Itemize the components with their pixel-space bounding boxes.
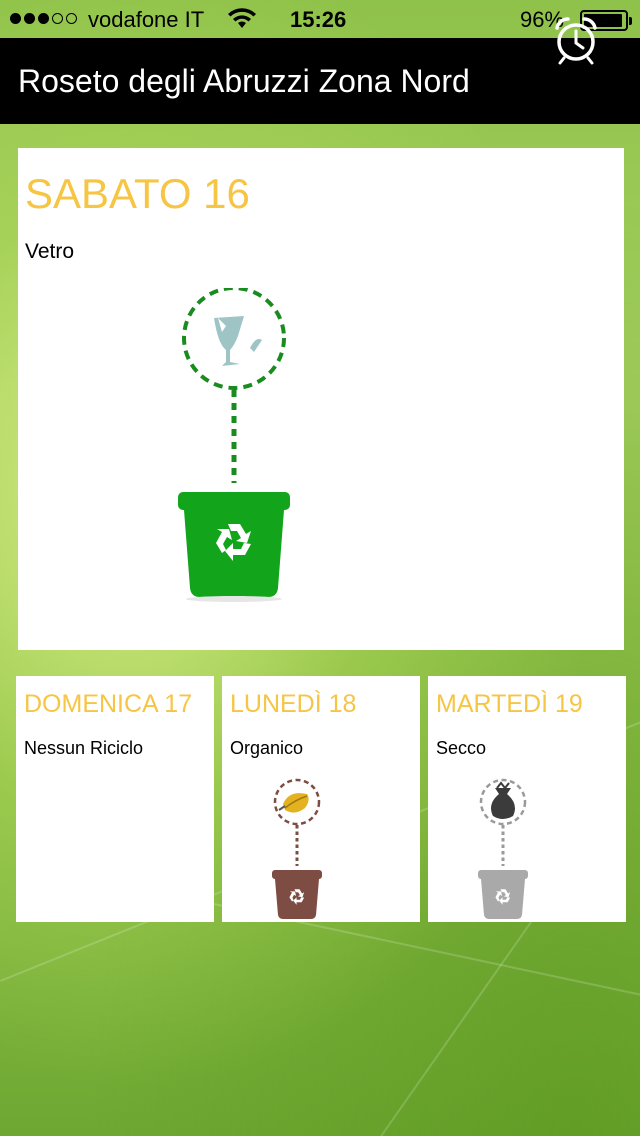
dry-waste-bin-icon xyxy=(478,778,528,919)
card-day-label: LUNEDÌ 18 xyxy=(230,690,357,718)
status-bar: vodafone IT 15:26 96% xyxy=(0,0,640,40)
card-waste-type: Nessun Riciclo xyxy=(24,738,144,758)
today-day-label: SABATO 16 xyxy=(25,170,250,217)
day-card-sunday[interactable]: DOMENICA 17 Nessun Riciclo xyxy=(16,676,214,922)
status-time: 15:26 xyxy=(290,7,347,32)
carrier-name: vodafone IT xyxy=(88,7,205,32)
card-day-label: DOMENICA 17 xyxy=(24,690,193,718)
card-waste-type: Organico xyxy=(230,738,304,758)
day-card-monday[interactable]: LUNEDÌ 18 Organico xyxy=(222,676,420,922)
signal-strength-icon xyxy=(10,13,77,24)
alarm-button[interactable] xyxy=(548,17,604,106)
today-waste-type: Vetro xyxy=(25,240,75,263)
organic-bin-icon xyxy=(272,778,322,919)
card-day-label: MARTEDÌ 19 xyxy=(436,690,583,718)
today-card[interactable]: SABATO 16 Vetro xyxy=(18,148,624,650)
card-waste-type: Secco xyxy=(436,738,487,758)
wifi-icon xyxy=(228,8,256,36)
glass-bin-icon xyxy=(178,288,290,602)
page-title: Roseto degli Abruzzi Zona Nord xyxy=(18,63,470,99)
alarm-clock-icon xyxy=(555,17,597,65)
nav-bar: Roseto degli Abruzzi Zona Nord xyxy=(0,38,640,124)
day-card-tuesday[interactable]: MARTEDÌ 19 Secco xyxy=(428,676,626,922)
